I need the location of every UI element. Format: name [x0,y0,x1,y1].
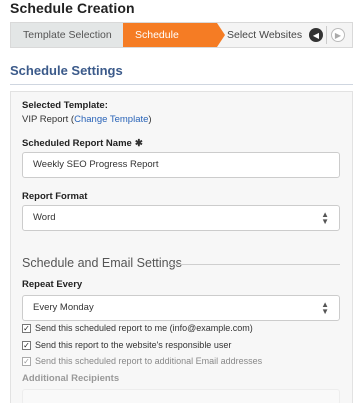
section-title: Schedule Settings [10,63,123,78]
step-arrow-active [217,23,225,47]
checkbox-checked-icon[interactable]: ✓ [22,340,31,350]
change-template-link[interactable]: Change Template [74,114,148,125]
page-title: Schedule Creation [10,0,135,16]
select-arrows-icon: ▲ ▼ [321,210,329,226]
step-schedule-settings[interactable]: Schedule Settings [123,23,217,65]
nav-divider [326,26,327,44]
send-to-additional-checkbox-row[interactable]: ✓ Send this scheduled report to addition… [22,356,262,366]
schedule-email-heading: Schedule and Email Settings [22,256,182,270]
repeat-every-value: Every Monday [33,302,94,313]
report-name-label: Scheduled Report Name ✱ [22,138,143,149]
send-to-responsible-checkbox-row[interactable]: ✓ Send this report to the website's resp… [22,340,231,350]
step-template-selection[interactable]: Template Selection [11,23,123,47]
report-format-label: Report Format [22,191,88,202]
selected-template-label: Selected Template: [22,100,108,111]
additional-recipients-label: Additional Recipients [22,373,120,384]
additional-recipients-input[interactable] [22,389,340,403]
send-to-me-checkbox-row[interactable]: ✓ Send this scheduled report to me (info… [22,323,253,333]
chevron-left-icon: ◀ [312,30,320,40]
next-step-button[interactable]: ▶ [331,28,345,42]
report-format-value: Word [33,212,56,223]
previous-step-button[interactable]: ◀ [309,28,323,42]
repeat-every-select[interactable]: Every Monday ▲ ▼ [22,295,340,321]
wizard-steps: Template Selection Schedule Settings Sel… [10,22,353,65]
report-name-input[interactable]: Weekly SEO Progress Report [22,152,340,178]
paren-close: ) [148,114,152,125]
select-arrows-icon: ▲ ▼ [321,300,329,316]
template-name: VIP Report [22,114,69,125]
subhead-divider [168,264,340,265]
report-name-label-text: Scheduled Report Name [22,138,132,149]
required-asterisk-icon: ✱ [134,138,143,149]
section-divider [10,84,353,85]
checkbox-checked-icon[interactable]: ✓ [22,356,31,366]
step-select-websites[interactable]: Select Websites [227,23,307,47]
report-format-select[interactable]: Word ▲ ▼ [22,205,340,231]
chevron-right-icon: ▶ [334,30,342,40]
repeat-every-label: Repeat Every [22,279,83,290]
send-to-me-label: Send this scheduled report to me (info@e… [35,323,253,333]
report-name-value: Weekly SEO Progress Report [33,159,159,170]
send-to-responsible-label: Send this report to the website's respon… [35,340,232,350]
selected-template-value: VIP Report (Change Template) [22,114,152,125]
send-to-additional-label: Send this scheduled report to additional… [35,356,263,366]
checkbox-checked-icon[interactable]: ✓ [22,323,31,333]
